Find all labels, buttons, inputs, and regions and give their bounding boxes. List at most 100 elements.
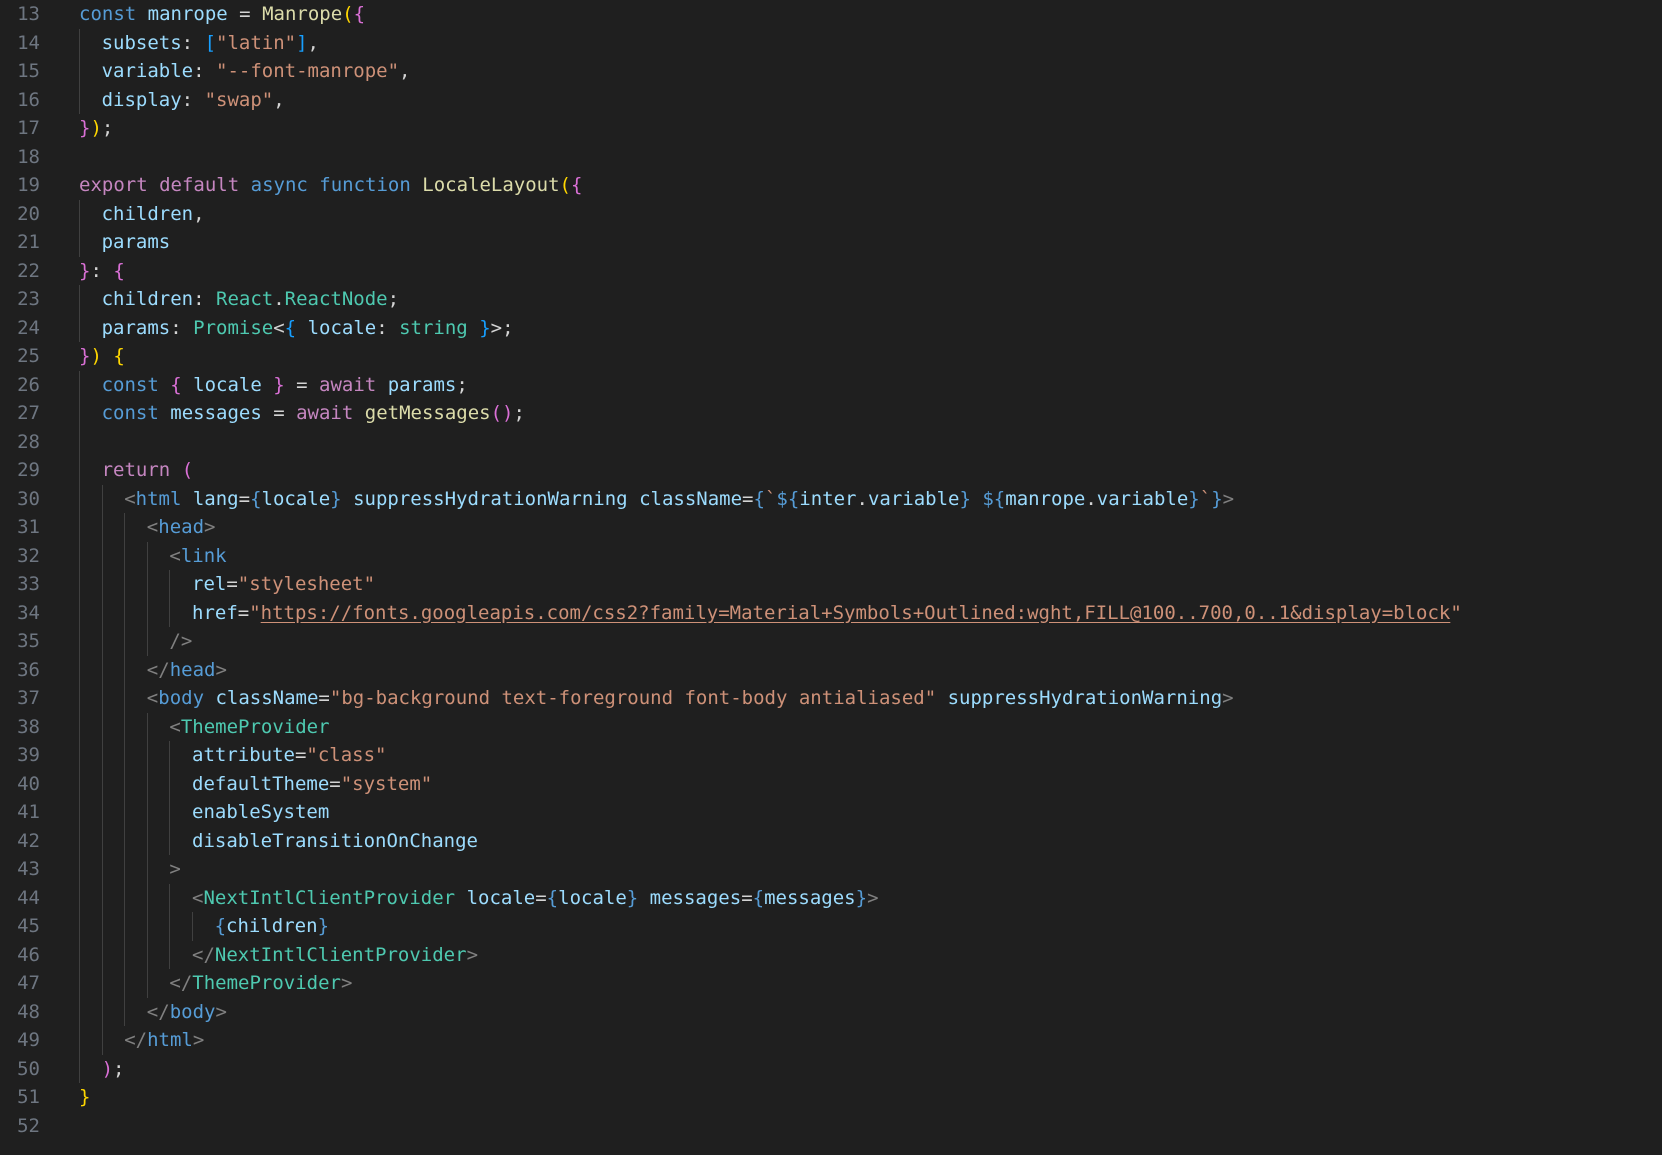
code-token: string bbox=[399, 316, 468, 339]
code-line[interactable]: 19 export default async function LocaleLa… bbox=[0, 171, 1662, 200]
code-line[interactable]: 37 <body className="bg-background text-fo… bbox=[0, 684, 1662, 713]
indent-guide bbox=[101, 1026, 103, 1055]
code-line[interactable]: 20 children, bbox=[0, 199, 1662, 229]
code-token: messages bbox=[764, 886, 856, 909]
code-token: ${ bbox=[982, 487, 1006, 510]
code-line[interactable]: 47 </ThemeProvider> bbox=[0, 969, 1662, 998]
code-token: { bbox=[353, 3, 366, 25]
indent-guide bbox=[79, 940, 80, 969]
indent-guide bbox=[101, 655, 103, 684]
indent-guide bbox=[124, 513, 126, 542]
code-line[interactable]: 43 > bbox=[0, 855, 1662, 884]
code-token: : bbox=[193, 288, 216, 310]
line-number: 45 bbox=[17, 915, 40, 937]
code-token: { bbox=[113, 345, 125, 367]
code-line[interactable]: 23 children: React.ReactNode; bbox=[0, 285, 1662, 314]
indent-guide bbox=[124, 627, 126, 656]
code-line[interactable]: 22}: { bbox=[0, 257, 1662, 286]
code-line[interactable]: 15 variable: "--font-manrope", bbox=[0, 57, 1662, 86]
code-line[interactable]: 46 </NextIntlClientProvider> bbox=[0, 940, 1662, 969]
indent-guide bbox=[79, 513, 80, 542]
code-token: > bbox=[867, 886, 879, 909]
code-token: children bbox=[101, 288, 194, 310]
line-number: 24 bbox=[17, 316, 40, 339]
code-line[interactable]: 45 {children} bbox=[0, 912, 1662, 941]
code-line[interactable]: 14 subsets: ["latin"], bbox=[0, 28, 1662, 57]
code-token: < bbox=[146, 687, 159, 709]
code-line[interactable]: 34 href="https://fonts.googleapis.com/css… bbox=[0, 598, 1662, 627]
code-token: enableSystem bbox=[192, 801, 330, 823]
code-line[interactable]: 24 params: Promise<{ locale: string }>; bbox=[0, 313, 1662, 342]
code-line[interactable]: 25}) { bbox=[0, 342, 1662, 371]
indent-guide bbox=[79, 712, 80, 741]
code-line[interactable]: 27 const messages = await getMessages(); bbox=[0, 399, 1662, 428]
line-number: 44 bbox=[17, 886, 40, 909]
code-token: { bbox=[214, 915, 227, 937]
indent-guide bbox=[146, 627, 148, 656]
code-token: Manrope bbox=[262, 3, 343, 25]
indent-guide bbox=[101, 769, 103, 798]
code-line[interactable]: 36 </head> bbox=[0, 655, 1662, 684]
code-line[interactable]: 52 bbox=[0, 1112, 1662, 1141]
code-line[interactable]: 16 display: "swap", bbox=[0, 85, 1662, 114]
code-line[interactable]: 18 bbox=[0, 143, 1662, 172]
code-line[interactable]: 39 attribute="class" bbox=[0, 741, 1662, 770]
code-line[interactable]: 31 <head> bbox=[0, 513, 1662, 542]
code-line[interactable]: 29 return ( bbox=[0, 456, 1662, 485]
code-token: const bbox=[101, 402, 159, 424]
code-line[interactable]: 26 const { locale } = await params; bbox=[0, 370, 1662, 400]
code-line[interactable]: 51} bbox=[0, 1083, 1662, 1112]
code-token: function bbox=[319, 174, 411, 196]
code-line[interactable]: 38 <ThemeProvider bbox=[0, 712, 1662, 741]
code-text: return ( bbox=[102, 456, 194, 485]
code-line[interactable]: 48 </body> bbox=[0, 997, 1662, 1026]
code-line[interactable]: 33 rel="stylesheet" bbox=[0, 570, 1662, 599]
code-line[interactable]: 44 <NextIntlClientProvider locale={locale… bbox=[0, 883, 1662, 912]
code-token: ReactNode bbox=[284, 288, 388, 310]
code-token: } bbox=[626, 886, 639, 909]
code-link[interactable]: https://fonts.googleapis.com/css2?family… bbox=[261, 602, 1451, 624]
code-token: locale bbox=[261, 487, 331, 510]
code-line[interactable]: 41 enableSystem bbox=[0, 798, 1662, 827]
code-line[interactable]: 13 const manrope = Manrope({ bbox=[0, 0, 1662, 29]
code-line[interactable]: 32 <link bbox=[0, 541, 1662, 570]
code-token: getMessages bbox=[364, 402, 491, 424]
code-token: NextIntlClientProvider bbox=[203, 886, 456, 909]
indent-guide bbox=[79, 285, 80, 314]
code-token: "--font-manrope" bbox=[216, 60, 400, 82]
code-token: </ bbox=[146, 1000, 170, 1023]
code-line[interactable]: 21 params bbox=[0, 228, 1662, 257]
code-line[interactable]: 40 defaultTheme="system" bbox=[0, 769, 1662, 799]
code-line[interactable]: 28 bbox=[0, 427, 1662, 456]
code-editor[interactable]: 13 const manrope = Manrope({14 subsets: ["… bbox=[0, 0, 1662, 1155]
code-line[interactable]: 49 </html> bbox=[0, 1026, 1662, 1055]
code-token: } bbox=[479, 316, 491, 339]
code-token: variable bbox=[101, 60, 194, 82]
indent-guide bbox=[79, 313, 80, 342]
code-line[interactable]: 17}); bbox=[0, 114, 1662, 143]
code-token: > bbox=[1222, 487, 1235, 510]
code-line[interactable]: 35 /> bbox=[0, 627, 1662, 656]
code-text: const { locale } = await params; bbox=[102, 371, 468, 400]
code-text: /> bbox=[169, 627, 192, 656]
code-line[interactable]: 30 <html lang={locale} suppressHydrationW… bbox=[0, 484, 1662, 513]
code-line[interactable]: 50); bbox=[0, 1054, 1662, 1083]
code-token: : bbox=[90, 259, 114, 282]
code-token: , bbox=[307, 31, 319, 54]
line-number: 37 bbox=[17, 687, 40, 709]
indent-guide bbox=[79, 541, 80, 570]
code-token: , bbox=[193, 202, 205, 225]
indent-guide bbox=[146, 741, 148, 770]
code-token: display bbox=[101, 88, 182, 111]
indent-guide bbox=[79, 912, 80, 941]
code-text: children, bbox=[102, 200, 205, 229]
indent-guide bbox=[79, 655, 80, 684]
code-text: defaultTheme="system" bbox=[192, 770, 432, 799]
indent-guide bbox=[124, 940, 126, 969]
indent-guide bbox=[169, 912, 171, 941]
code-line[interactable]: 42 disableTransitionOnChange bbox=[0, 826, 1662, 855]
code-token: } bbox=[79, 1086, 91, 1108]
